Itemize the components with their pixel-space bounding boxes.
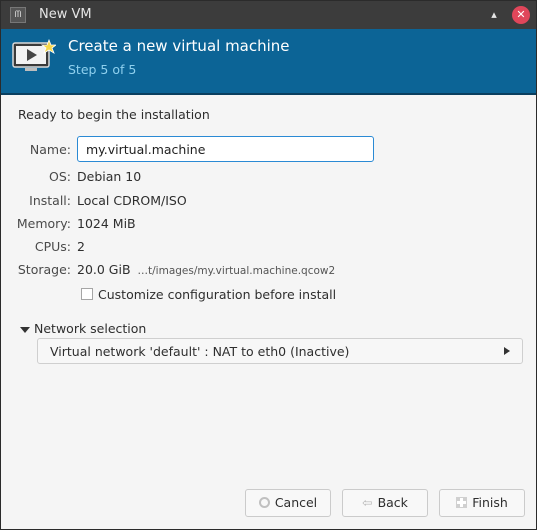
banner-title: Create a new virtual machine [68, 37, 290, 55]
name-label: Name: [29, 142, 71, 157]
cancel-button-label: Cancel [274, 495, 318, 510]
customize-checkbox-label[interactable]: Customize configuration before install [98, 287, 336, 302]
vm-name-input[interactable] [77, 136, 374, 162]
wizard-banner: Create a new virtual machine Step 5 of 5 [1, 29, 536, 95]
finish-icon [456, 497, 468, 508]
back-button[interactable]: ⇦ Back [342, 489, 428, 517]
arrow-left-icon: ⇦ [362, 495, 373, 510]
network-selected-value: Virtual network 'default' : NAT to eth0 … [50, 344, 350, 359]
triangle-down-icon [20, 326, 30, 333]
storage-value: 20.0 GiB …t/images/my.virtual.machine.qc… [77, 262, 335, 277]
os-label: OS: [49, 169, 71, 184]
close-icon: ✕ [516, 8, 526, 21]
back-button-label: Back [377, 495, 408, 510]
install-label: Install: [29, 193, 71, 208]
install-value: Local CDROM/ISO [77, 193, 187, 208]
ready-heading: Ready to begin the installation [18, 107, 210, 122]
new-vm-window: ᗰ New VM ▴ ✕ Create a new virtual machin… [0, 0, 537, 530]
minimize-button[interactable]: ▴ [485, 6, 503, 24]
close-button[interactable]: ✕ [512, 6, 530, 24]
window-title: New VM [39, 7, 92, 22]
step-indicator: Step 5 of 5 [68, 62, 137, 77]
finish-button[interactable]: Finish [439, 489, 525, 517]
title-bar: ᗰ New VM ▴ ✕ [1, 1, 536, 29]
network-selection-label: Network selection [34, 321, 147, 336]
memory-value: 1024 MiB [77, 216, 136, 231]
storage-label: Storage: [17, 262, 71, 277]
os-value: Debian 10 [77, 169, 142, 184]
finish-button-label: Finish [472, 495, 508, 510]
network-selection-expander[interactable]: Network selection [20, 321, 146, 336]
storage-size: 20.0 GiB [77, 262, 131, 277]
cpus-label: CPUs: [34, 239, 71, 254]
triangle-right-icon [504, 347, 510, 355]
vm-screen-icon [12, 39, 56, 71]
cpus-value: 2 [77, 239, 85, 254]
virt-manager-icon: ᗰ [10, 7, 26, 23]
chevron-up-icon: ▴ [491, 8, 497, 21]
memory-label: Memory: [16, 216, 71, 231]
customize-checkbox[interactable] [81, 288, 93, 300]
storage-path: …t/images/my.virtual.machine.qcow2 [137, 265, 336, 277]
network-source-dropdown[interactable]: Virtual network 'default' : NAT to eth0 … [37, 338, 523, 364]
cancel-icon [258, 497, 270, 508]
cancel-button[interactable]: Cancel [245, 489, 331, 517]
